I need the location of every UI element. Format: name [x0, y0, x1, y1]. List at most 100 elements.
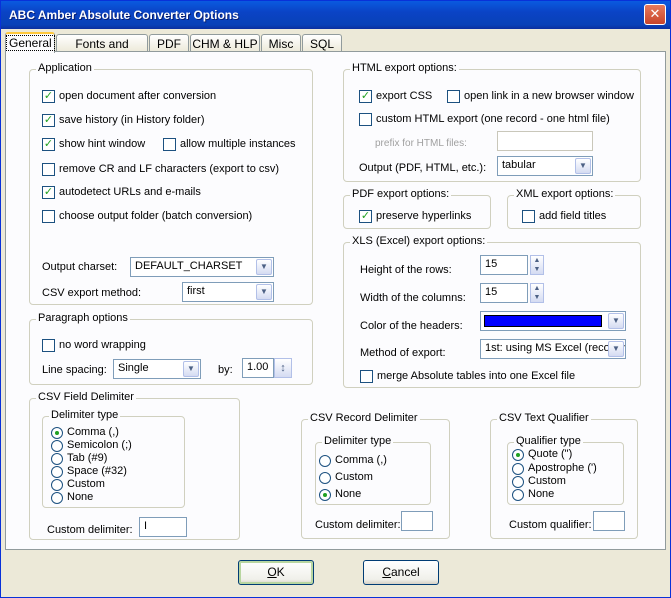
- csv-field-group-title: CSV Field Delimiter: [36, 391, 136, 403]
- custom-html-checkbox[interactable]: [359, 113, 372, 126]
- field-titles-checkbox[interactable]: [522, 210, 535, 223]
- csv-record-radio-custom[interactable]: [319, 472, 331, 484]
- export-method-label: Method of export:: [360, 347, 446, 359]
- field-titles-label: add field titles: [539, 210, 607, 222]
- csv-field-radio-comma[interactable]: [51, 427, 63, 439]
- line-spacing-label: Line spacing:: [42, 364, 107, 376]
- allow-multiple-label: allow multiple instances: [180, 138, 296, 150]
- charset-combo[interactable]: DEFAULT_CHARSET ▼: [130, 257, 274, 277]
- choose-folder-label: choose output folder (batch conversion): [59, 210, 253, 222]
- prefix-label: prefix for HTML files:: [375, 138, 467, 149]
- xml-group: XML export options: add field titles: [507, 188, 641, 229]
- tab-general[interactable]: General: [5, 32, 55, 53]
- csv-record-radio-none[interactable]: [319, 489, 331, 501]
- csv-text-radio-custom[interactable]: [512, 476, 524, 488]
- merge-tables-label: merge Absolute tables into one Excel fil…: [377, 370, 576, 382]
- ok-button[interactable]: OK: [238, 560, 314, 585]
- tab-chm-hlp[interactable]: CHM & HLP: [190, 34, 260, 52]
- chevron-down-icon: ▼: [183, 361, 199, 377]
- general-panel: Application ✓ open document after conver…: [5, 51, 666, 550]
- csv-field-option-label: Semicolon (;): [67, 439, 132, 451]
- remove-crlf-checkbox[interactable]: [42, 163, 55, 176]
- csv-record-custom-label: Custom delimiter:: [315, 519, 401, 531]
- chevron-down-icon: ▼: [256, 284, 272, 300]
- tab-misc[interactable]: Misc: [261, 34, 301, 52]
- export-method-combo[interactable]: 1st: using MS Excel (recommended) ▼: [480, 339, 626, 359]
- open-link-checkbox[interactable]: [447, 90, 460, 103]
- csv-field-custom-input[interactable]: I: [139, 517, 187, 537]
- xml-group-title: XML export options:: [514, 188, 616, 200]
- csv-field-option-label: Tab (#9): [67, 452, 108, 464]
- chevron-down-icon: ▼: [575, 158, 591, 174]
- preserve-hyperlinks-checkbox[interactable]: ✓: [359, 210, 372, 223]
- prefix-input[interactable]: [497, 131, 593, 151]
- csv-field-radio-custom[interactable]: [51, 479, 63, 491]
- csv-text-custom-input[interactable]: [593, 511, 625, 531]
- csv-field-radio-none[interactable]: [51, 492, 63, 504]
- csv-record-type-group: Delimiter type Comma (,) Custom None: [315, 435, 431, 505]
- save-history-checkbox[interactable]: ✓: [42, 114, 55, 127]
- csv-text-group: CSV Text Qualifier Qualifier type Quote …: [490, 412, 638, 539]
- preserve-hyperlinks-label: preserve hyperlinks: [376, 210, 472, 222]
- header-color-combo[interactable]: ▼: [480, 311, 626, 331]
- csv-text-radio-none[interactable]: [512, 489, 524, 501]
- title-bar[interactable]: ABC Amber Absolute Converter Options ✕: [1, 1, 670, 29]
- show-hint-checkbox[interactable]: ✓: [42, 138, 55, 151]
- open-doc-label: open document after conversion: [59, 90, 217, 102]
- csv-text-option-label: None: [528, 488, 555, 500]
- custom-html-label: custom HTML export (one record - one htm…: [376, 113, 610, 125]
- export-css-checkbox[interactable]: ✓: [359, 90, 372, 103]
- allow-multiple-checkbox[interactable]: [163, 138, 176, 151]
- header-color-label: Color of the headers:: [360, 320, 463, 332]
- csv-record-group-title: CSV Record Delimiter: [308, 412, 420, 424]
- column-width-input[interactable]: 15: [480, 283, 528, 303]
- csv-field-group: CSV Field Delimiter Delimiter type Comma…: [29, 391, 240, 540]
- cancel-button-accelerator: C: [382, 565, 391, 579]
- chevron-down-icon: ▼: [608, 313, 624, 329]
- spin-arrows-icon[interactable]: ↕: [274, 358, 292, 378]
- tab-sql[interactable]: SQL: [302, 34, 342, 52]
- csv-field-radio-semicolon[interactable]: [51, 440, 63, 452]
- csv-field-type-title: Delimiter type: [49, 409, 121, 421]
- csv-method-combo[interactable]: first ▼: [182, 282, 274, 302]
- autodetect-checkbox[interactable]: ✓: [42, 186, 55, 199]
- csv-field-custom-label: Custom delimiter:: [47, 524, 133, 536]
- choose-folder-checkbox[interactable]: [42, 210, 55, 223]
- csv-field-radio-tab[interactable]: [51, 453, 63, 465]
- merge-tables-checkbox[interactable]: [360, 370, 373, 383]
- open-doc-checkbox[interactable]: ✓: [42, 90, 55, 103]
- line-spacing-combo[interactable]: Single ▼: [113, 359, 201, 379]
- output-combo[interactable]: tabular ▼: [497, 156, 593, 176]
- output-label: Output (PDF, HTML, etc.):: [359, 162, 487, 174]
- csv-text-radio-quote[interactable]: [512, 449, 524, 461]
- csv-record-custom-input[interactable]: [401, 511, 433, 531]
- csv-field-option-label: Space (#32): [67, 465, 127, 477]
- csv-record-group: CSV Record Delimiter Delimiter type Comm…: [301, 412, 450, 539]
- csv-record-option-label: Comma (,): [335, 454, 387, 466]
- by-input[interactable]: 1.00: [242, 358, 274, 378]
- csv-text-radio-apostrophe[interactable]: [512, 463, 524, 475]
- row-height-spin-icon[interactable]: ▲ ▼: [530, 255, 544, 275]
- row-height-label: Height of the rows:: [360, 264, 452, 276]
- tab-pdf[interactable]: PDF: [149, 34, 189, 52]
- header-color-swatch: [484, 315, 602, 327]
- html-group: HTML export options: ✓ export CSS open l…: [343, 62, 641, 182]
- csv-text-option-label: Quote ("): [528, 448, 573, 460]
- column-width-spin-icon[interactable]: ▲ ▼: [530, 283, 544, 303]
- csv-field-radio-space[interactable]: [51, 466, 63, 478]
- options-window: ABC Amber Absolute Converter Options ✕ G…: [0, 0, 671, 598]
- csv-record-radio-comma[interactable]: [319, 455, 331, 467]
- csv-record-option-label: Custom: [335, 471, 373, 483]
- application-group: Application ✓ open document after conver…: [29, 62, 313, 305]
- xls-group: XLS (Excel) export options: Height of th…: [343, 235, 641, 388]
- html-group-title: HTML export options:: [350, 62, 459, 74]
- output-value: tabular: [502, 159, 536, 171]
- export-method-value: 1st: using MS Excel (recommended): [485, 342, 625, 354]
- line-spacing-value: Single: [118, 362, 149, 374]
- tab-fonts-and-colors[interactable]: Fonts and Colors: [56, 34, 148, 65]
- row-height-input[interactable]: 15: [480, 255, 528, 275]
- pdf-group-title: PDF export options:: [350, 188, 452, 200]
- close-button[interactable]: ✕: [644, 4, 666, 25]
- no-wrap-checkbox[interactable]: [42, 339, 55, 352]
- cancel-button[interactable]: Cancel: [363, 560, 439, 585]
